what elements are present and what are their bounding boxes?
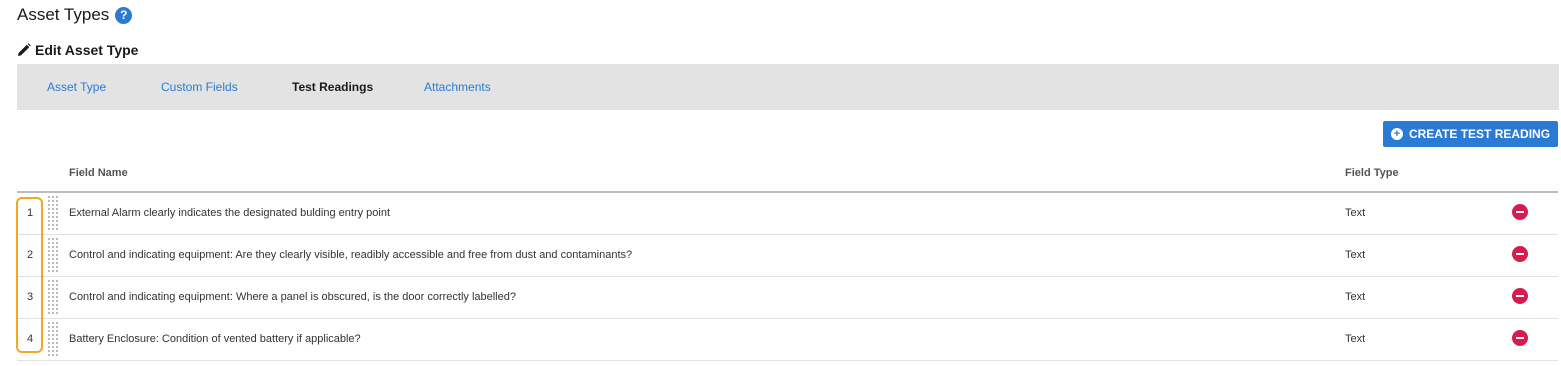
edit-heading: Edit Asset Type [17, 42, 138, 58]
drag-handle-icon[interactable] [47, 279, 59, 316]
remove-icon[interactable] [1512, 330, 1528, 346]
field-type-cell: Text [1345, 249, 1366, 261]
field-type-cell: Text [1345, 291, 1366, 303]
tab-test-readings[interactable]: Test Readings [292, 64, 373, 110]
remove-icon[interactable] [1512, 288, 1528, 304]
plus-circle-icon: + [1390, 128, 1403, 140]
pencil-icon [18, 43, 31, 56]
field-type-cell: Text [1345, 207, 1366, 219]
row-number: 2 [26, 249, 34, 261]
remove-icon[interactable] [1512, 246, 1528, 262]
edit-heading-text: Edit Asset Type [35, 42, 139, 58]
row-number: 3 [26, 291, 34, 303]
field-name-cell[interactable]: External Alarm clearly indicates the des… [69, 193, 390, 234]
row-number: 4 [26, 333, 34, 345]
create-test-reading-button[interactable]: + CREATE TEST READING [1383, 121, 1558, 147]
tab-attachments[interactable]: Attachments [424, 64, 491, 110]
tab-bar: Asset Type Custom Fields Test Readings A… [17, 64, 1559, 110]
remove-icon[interactable] [1512, 204, 1528, 220]
create-test-reading-label: CREATE TEST READING [1408, 127, 1551, 141]
table-row: 4 Battery Enclosure: Condition of vented… [17, 319, 1558, 361]
drag-handle-icon[interactable] [47, 237, 59, 274]
table-row: 1 External Alarm clearly indicates the d… [17, 193, 1558, 235]
column-header-field-name: Field Name [69, 167, 128, 179]
row-number: 1 [26, 207, 34, 219]
page-title-text: Asset Types [17, 5, 110, 24]
page-title: Asset Types ? [17, 5, 133, 25]
table-header: Field Name Field Type [17, 160, 1558, 193]
tab-asset-type[interactable]: Asset Type [47, 64, 106, 110]
field-type-cell: Text [1345, 333, 1366, 345]
table-row: 3 Control and indicating equipment: Wher… [17, 277, 1558, 319]
help-icon[interactable]: ? [115, 6, 133, 24]
table-row: 2 Control and indicating equipment: Are … [17, 235, 1558, 277]
field-name-cell[interactable]: Control and indicating equipment: Where … [69, 277, 516, 318]
drag-handle-icon[interactable] [47, 195, 59, 232]
drag-handle-icon[interactable] [47, 321, 59, 358]
tab-custom-fields[interactable]: Custom Fields [161, 64, 238, 110]
column-header-field-type: Field Type [1345, 167, 1399, 179]
field-name-cell[interactable]: Control and indicating equipment: Are th… [69, 235, 632, 276]
test-readings-table: 1 External Alarm clearly indicates the d… [17, 193, 1558, 361]
field-name-cell[interactable]: Battery Enclosure: Condition of vented b… [69, 319, 361, 360]
